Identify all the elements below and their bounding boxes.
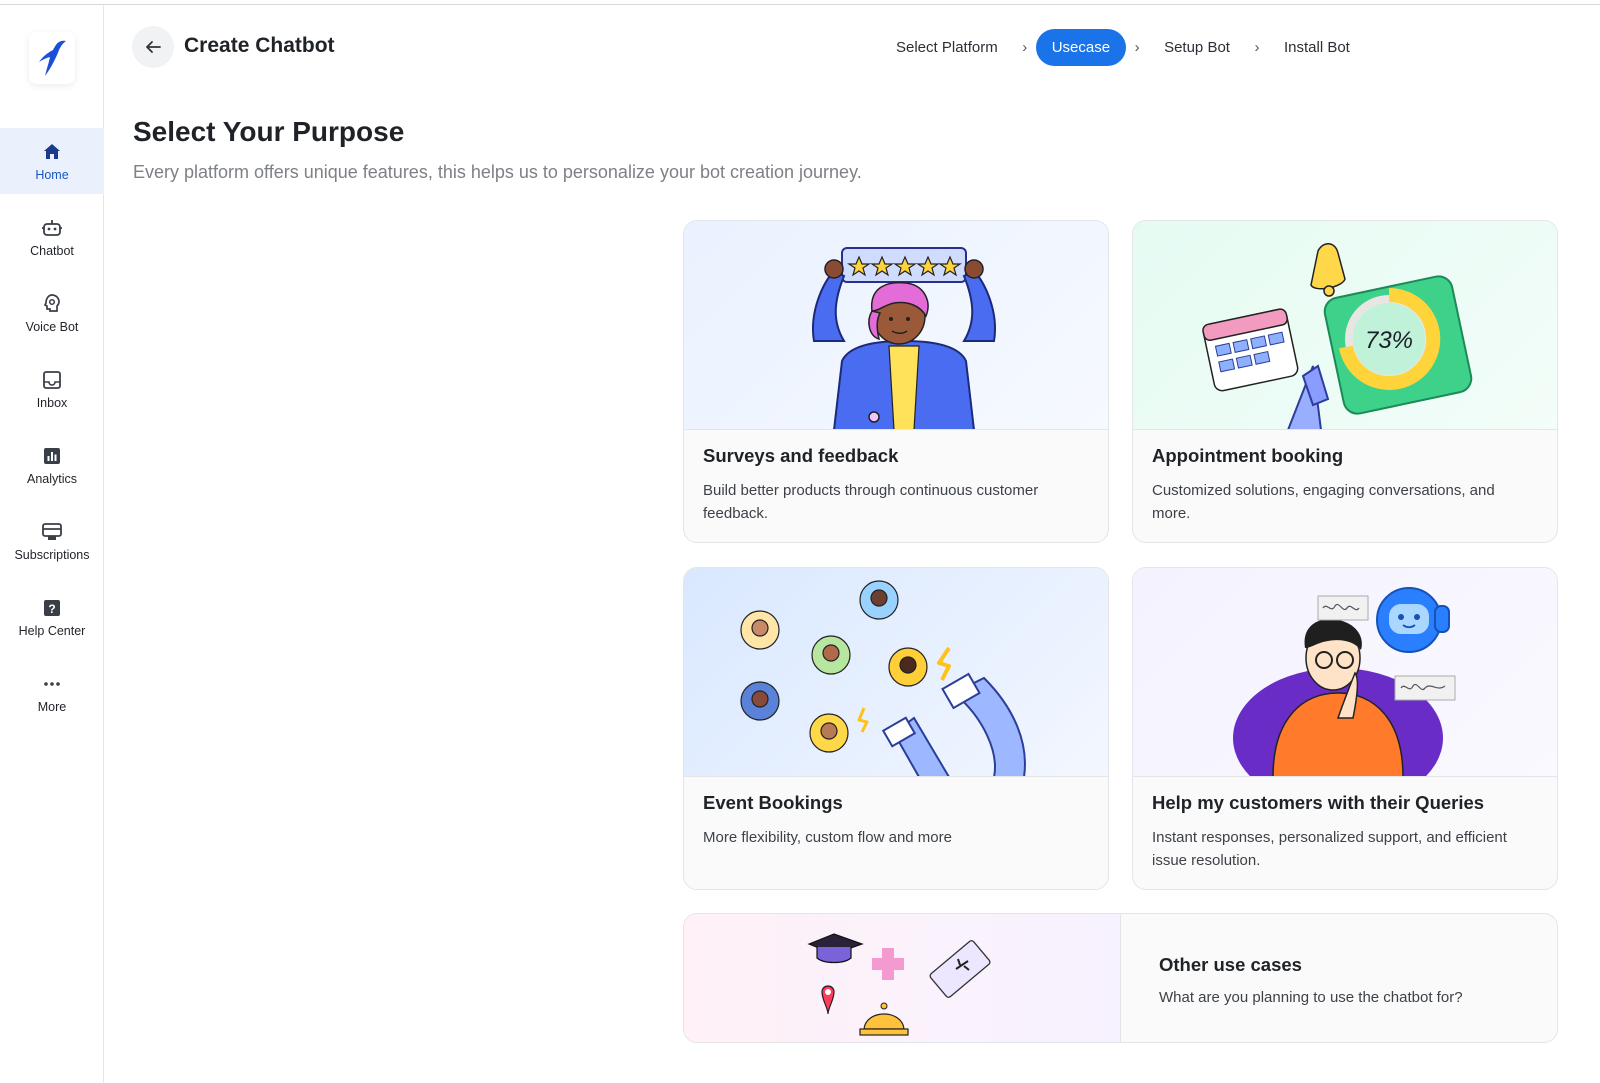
queries-illustration	[1133, 568, 1557, 777]
other-illustration	[684, 914, 1121, 1042]
analytics-icon	[41, 445, 63, 467]
sidebar-item-more[interactable]: More	[0, 660, 104, 726]
usecase-card-queries[interactable]: Help my customers with their Queries Ins…	[1132, 567, 1558, 890]
step-setup-bot[interactable]: Setup Bot	[1148, 29, 1246, 66]
card-description: Build better products through continuous…	[703, 482, 1039, 522]
step-select-platform[interactable]: Select Platform	[880, 29, 1014, 66]
home-icon	[41, 141, 63, 163]
sidebar-item-inbox[interactable]: Inbox	[0, 356, 104, 422]
card-description: What are you planning to use the chatbot…	[1159, 989, 1463, 1006]
usecase-card-surveys[interactable]: Surveys and feedback Build better produc…	[683, 220, 1109, 543]
step-install-bot[interactable]: Install Bot	[1268, 29, 1366, 66]
card-title: Event Bookings	[703, 792, 843, 813]
section-heading: Select Your Purpose	[133, 116, 405, 147]
arrow-left-icon	[146, 41, 161, 53]
card-description: Instant responses, personalized support,…	[1152, 829, 1507, 869]
sidebar-item-label: Home	[35, 167, 69, 182]
events-illustration	[684, 568, 1108, 777]
sidebar-item-help-center[interactable]: ? Help Center	[0, 584, 104, 650]
percent-label: 73%	[1365, 327, 1413, 354]
svg-text:?: ?	[48, 602, 55, 616]
sidebar-item-analytics[interactable]: Analytics	[0, 432, 104, 498]
card-title: Help my customers with their Queries	[1152, 792, 1485, 813]
robot-icon	[41, 217, 63, 239]
usecase-card-events[interactable]: Event Bookings More flexibility, custom …	[683, 567, 1109, 890]
sidebar-item-home[interactable]: Home	[0, 128, 104, 194]
sidebar-item-chatbot[interactable]: Chatbot	[0, 204, 104, 270]
card-description: More flexibility, custom flow and more	[703, 829, 952, 846]
sidebar-item-label: Inbox	[36, 395, 68, 410]
sidebar-item-subscriptions[interactable]: Subscriptions	[0, 508, 104, 574]
step-usecase[interactable]: Usecase	[1035, 29, 1127, 66]
sidebar-item-label: Help Center	[18, 623, 86, 638]
card-title: Appointment booking	[1152, 445, 1344, 466]
sidebar-item-label: Subscriptions	[14, 547, 90, 562]
chevron-right-icon: ›	[1254, 39, 1260, 56]
sidebar-nav: Home Chatbot Voice Bot Inbox Analytics S…	[0, 128, 104, 736]
usecase-card-appointment[interactable]: 73% Appointment booking Customized solut…	[1132, 220, 1558, 543]
chevron-right-icon: ›	[1134, 39, 1140, 56]
usecase-card-other[interactable]: Other use cases What are you planning to…	[683, 913, 1558, 1043]
more-icon	[41, 673, 63, 695]
card-title: Other use cases	[1159, 954, 1302, 975]
appointment-illustration: 73%	[1133, 221, 1557, 430]
back-button[interactable]	[132, 26, 174, 68]
section-subheading: Every platform offers unique features, t…	[133, 162, 862, 182]
subscriptions-icon	[41, 521, 63, 543]
voice-bot-icon	[41, 293, 63, 315]
help-icon: ?	[41, 597, 63, 619]
chevron-right-icon: ›	[1022, 39, 1028, 56]
surveys-illustration	[684, 221, 1108, 430]
sidebar-item-label: More	[37, 699, 67, 714]
app-logo[interactable]	[29, 32, 75, 84]
sidebar-item-label: Analytics	[26, 471, 78, 486]
sidebar: Home Chatbot Voice Bot Inbox Analytics S…	[0, 5, 104, 1083]
bird-logo-icon	[39, 40, 66, 76]
card-description: Customized solutions, engaging conversat…	[1152, 482, 1495, 522]
page-title: Create Chatbot	[184, 34, 335, 57]
sidebar-item-label: Voice Bot	[25, 319, 79, 334]
inbox-icon	[41, 369, 63, 391]
sidebar-item-voice-bot[interactable]: Voice Bot	[0, 280, 104, 346]
card-title: Surveys and feedback	[703, 445, 899, 466]
sidebar-item-label: Chatbot	[30, 243, 74, 258]
stepper: Select Platform › Usecase › Setup Bot › …	[880, 29, 1366, 66]
top-border	[0, 0, 1600, 5]
